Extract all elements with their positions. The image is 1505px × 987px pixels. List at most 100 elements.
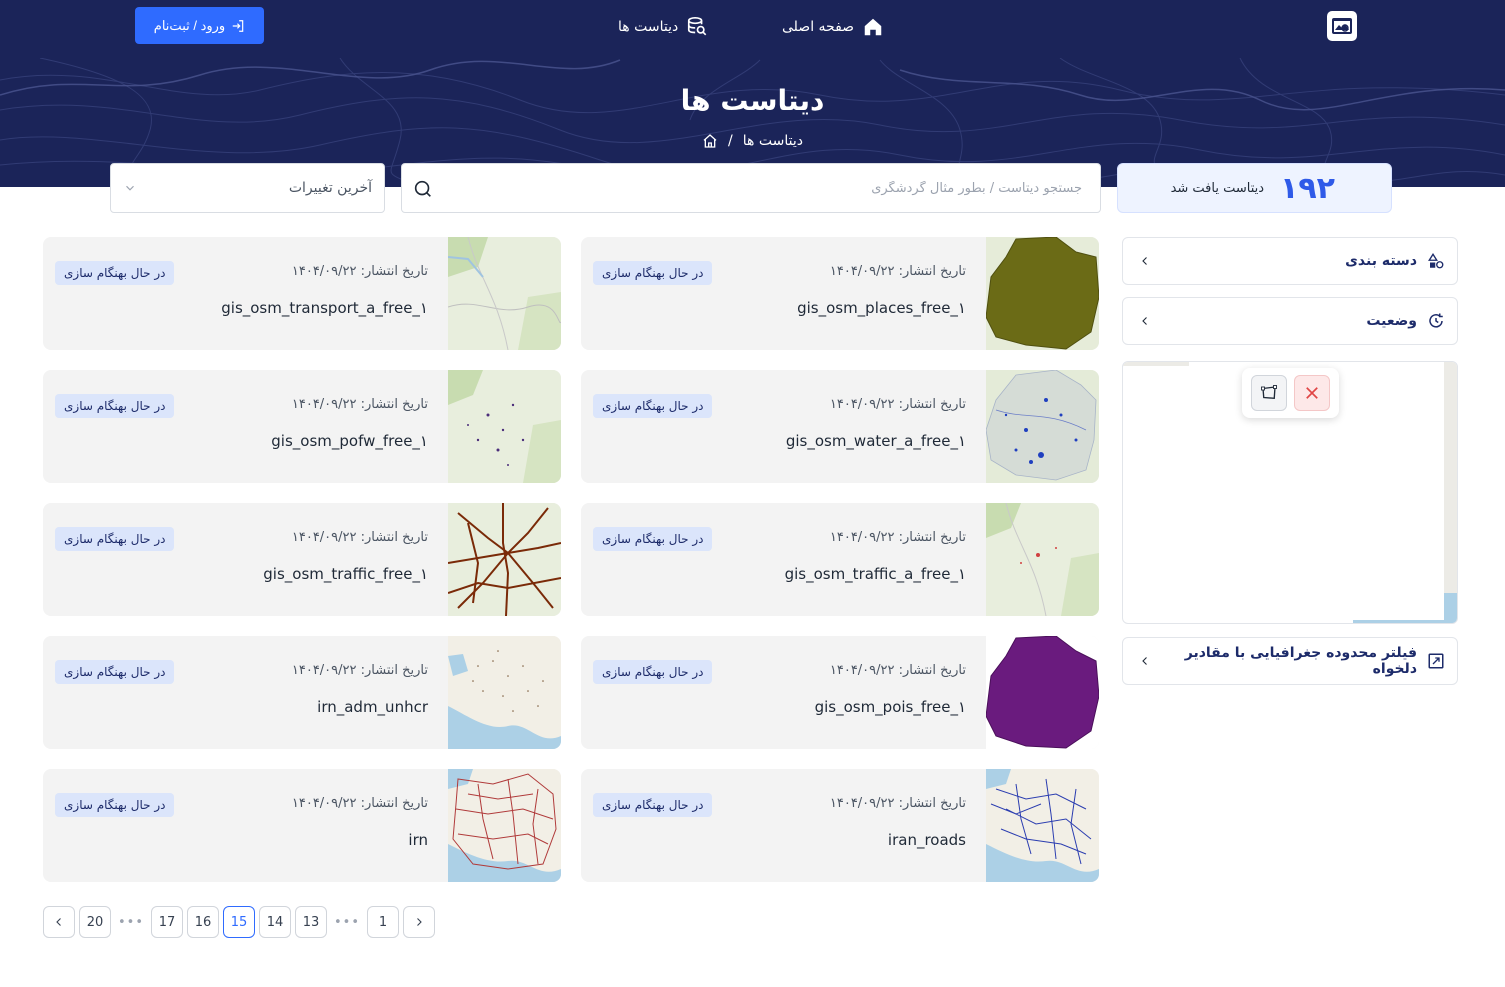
nav-datasets-label: دیتاست ها <box>618 19 679 35</box>
map-draw-toolbar <box>1242 368 1339 418</box>
datasets-page: صفحه اصلی دیتاست ها ورود / ثبت <box>0 0 1505 987</box>
page-button[interactable]: 20 <box>79 906 111 938</box>
card-date: تاریخ انتشار: ۱۴۰۴/۰۹/۲۲ <box>829 796 966 811</box>
card-title: irn_adm_unhcr <box>317 698 428 716</box>
page-button[interactable]: 16 <box>187 906 219 938</box>
pagination: 20 ••• 17 16 15 14 13 ••• 1 <box>43 906 435 938</box>
card-title: gis_osm_traffic_a_free_۱ <box>784 565 966 583</box>
search-icon[interactable] <box>412 178 434 200</box>
dataset-thumbnail <box>448 503 561 616</box>
card-title: irn <box>408 831 428 849</box>
status-badge: در حال بهنگام سازی <box>55 660 175 684</box>
chevron-left-icon <box>1142 657 1147 665</box>
status-badge: در حال بهنگام سازی <box>55 527 175 551</box>
login-icon <box>232 19 244 32</box>
map-water-tile <box>1444 593 1457 623</box>
dataset-card[interactable]: تاریخ انتشار: ۱۴۰۴/۰۹/۲۲ در حال بهنگام س… <box>43 769 561 882</box>
category-filter-label: دسته بندی <box>1345 253 1417 269</box>
dataset-thumbnail <box>448 636 561 749</box>
dataset-card[interactable]: تاریخ انتشار: ۱۴۰۴/۰۹/۲۲ در حال بهنگام س… <box>43 503 561 616</box>
refresh-clock-icon <box>1429 313 1443 328</box>
map-tile-edge <box>1123 362 1189 366</box>
search-input[interactable] <box>442 164 1092 212</box>
draw-rectangle-button[interactable] <box>1251 375 1287 411</box>
status-badge: در حال بهنگام سازی <box>593 527 713 551</box>
prev-page-button[interactable] <box>403 906 435 938</box>
page-button[interactable]: 14 <box>259 906 291 938</box>
card-date: تاریخ انتشار: ۱۴۰۴/۰۹/۲۲ <box>291 796 428 811</box>
hero-banner: صفحه اصلی دیتاست ها ورود / ثبت <box>0 0 1505 187</box>
database-search-icon <box>688 17 707 36</box>
dataset-thumbnail <box>986 237 1099 350</box>
dataset-thumbnail <box>448 370 561 483</box>
dataset-card[interactable]: تاریخ انتشار: ۱۴۰۴/۰۹/۲۲ در حال بهنگام س… <box>581 503 1099 616</box>
status-badge: در حال بهنگام سازی <box>593 261 713 285</box>
chevron-down-icon <box>126 185 134 191</box>
home-icon <box>864 18 882 36</box>
results-count-label: دیتاست یافت شد <box>1170 180 1265 196</box>
status-filter[interactable]: وضعیت <box>1122 297 1458 345</box>
logo-icon <box>1332 18 1352 34</box>
card-title: gis_osm_places_free_۱ <box>797 299 966 317</box>
card-date: تاریخ انتشار: ۱۴۰۴/۰۹/۲۲ <box>291 397 428 412</box>
dataset-card[interactable]: تاریخ انتشار: ۱۴۰۴/۰۹/۲۲ در حال بهنگام س… <box>581 636 1099 749</box>
page-title: دیتاست ها <box>680 84 825 117</box>
dataset-card[interactable]: تاریخ انتشار: ۱۴۰۴/۰۹/۲۲ در حال بهنگام س… <box>581 237 1099 350</box>
breadcrumb-home-icon[interactable] <box>702 133 718 149</box>
card-title: iran_roads <box>887 831 966 849</box>
results-count: ۱۹۲ دیتاست یافت شد <box>1117 163 1392 213</box>
site-logo[interactable] <box>1327 11 1357 41</box>
card-date: تاریخ انتشار: ۱۴۰۴/۰۹/۲۲ <box>291 530 428 545</box>
nav-datasets[interactable]: دیتاست ها <box>618 14 708 40</box>
card-date: تاریخ انتشار: ۱۴۰۴/۰۹/۲۲ <box>291 264 428 279</box>
map-water-tile <box>1353 620 1457 623</box>
dataset-card[interactable]: تاریخ انتشار: ۱۴۰۴/۰۹/۲۲ در حال بهنگام س… <box>581 370 1099 483</box>
sort-select-value: آخرین تغییرات <box>288 180 372 196</box>
card-title: gis_osm_traffic_free_۱ <box>263 565 428 583</box>
clear-shape-button[interactable] <box>1294 375 1330 411</box>
map-tile-edge <box>1444 362 1457 623</box>
dataset-thumbnail <box>986 370 1099 483</box>
breadcrumb: / دیتاست ها <box>0 133 1505 149</box>
card-date: تاریخ انتشار: ۱۴۰۴/۰۹/۲۲ <box>829 397 966 412</box>
dataset-thumbnail <box>986 769 1099 882</box>
draw-rectangle-icon <box>1261 385 1277 399</box>
geo-bounds-filter[interactable]: فیلتر محدوده جغرافیایی با مقادیر دلخواه <box>1122 637 1458 685</box>
page-button[interactable]: 1 <box>367 906 399 938</box>
category-filter[interactable]: دسته بندی <box>1122 237 1458 285</box>
login-register-button[interactable]: ورود / ثبت‌نام <box>135 7 264 44</box>
nav-home-label: صفحه اصلی <box>782 19 855 35</box>
dataset-card[interactable]: تاریخ انتشار: ۱۴۰۴/۰۹/۲۲ در حال بهنگام س… <box>43 370 561 483</box>
nav-home[interactable]: صفحه اصلی <box>782 14 884 40</box>
results-count-number: ۱۹۲ <box>1280 170 1335 206</box>
card-title: gis_osm_transport_a_free_۱ <box>221 299 428 317</box>
breadcrumb-separator: / <box>728 133 733 149</box>
status-filter-label: وضعیت <box>1366 313 1417 329</box>
dataset-card[interactable]: تاریخ انتشار: ۱۴۰۴/۰۹/۲۲ در حال بهنگام س… <box>43 636 561 749</box>
page-button[interactable]: 13 <box>295 906 327 938</box>
status-badge: در حال بهنگام سازی <box>593 793 713 817</box>
dataset-thumbnail <box>448 237 561 350</box>
chevron-left-icon <box>1142 317 1147 325</box>
top-navbar: صفحه اصلی دیتاست ها ورود / ثبت <box>0 0 1505 58</box>
sort-select[interactable]: آخرین تغییرات <box>110 163 385 213</box>
card-date: تاریخ انتشار: ۱۴۰۴/۰۹/۲۲ <box>829 663 966 678</box>
chevron-left-icon <box>56 918 61 926</box>
login-label: ورود / ثبت‌نام <box>153 17 226 33</box>
dataset-card[interactable]: تاریخ انتشار: ۱۴۰۴/۰۹/۲۲ در حال بهنگام س… <box>43 237 561 350</box>
dataset-thumbnail <box>986 503 1099 616</box>
status-badge: در حال بهنگام سازی <box>55 394 175 418</box>
bounding-box-icon <box>1428 653 1444 669</box>
dataset-card[interactable]: تاریخ انتشار: ۱۴۰۴/۰۹/۲۲ در حال بهنگام س… <box>581 769 1099 882</box>
status-badge: در حال بهنگام سازی <box>55 793 175 817</box>
filter-map[interactable] <box>1122 361 1458 624</box>
page-button[interactable]: 17 <box>151 906 183 938</box>
close-icon <box>1306 387 1318 399</box>
card-title: gis_osm_water_a_free_۱ <box>785 432 966 450</box>
card-date: تاریخ انتشار: ۱۴۰۴/۰۹/۲۲ <box>291 663 428 678</box>
next-page-button[interactable] <box>43 906 75 938</box>
page-button-current[interactable]: 15 <box>223 906 255 938</box>
card-date: تاریخ انتشار: ۱۴۰۴/۰۹/۲۲ <box>829 264 966 279</box>
chevron-left-icon <box>1142 257 1147 265</box>
status-badge: در حال بهنگام سازی <box>55 261 175 285</box>
